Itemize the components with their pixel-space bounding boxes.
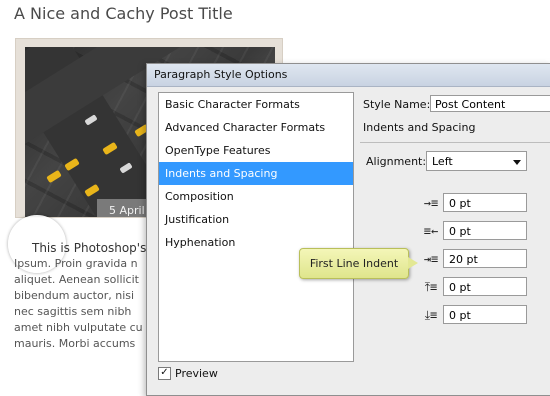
post-body: This is Photoshop's Ipsum. Proin gravida…: [14, 240, 158, 352]
taxi-shape: [46, 169, 62, 184]
section-divider: [360, 142, 550, 143]
style-name-input[interactable]: Post Content: [430, 95, 550, 112]
first-line-indent-field[interactable]: 20 pt: [443, 249, 527, 268]
style-name-label: Style Name:: [363, 98, 431, 111]
first-line-indent-icon: ⇥≡: [423, 252, 439, 266]
post-body-line: nec sagittis sem nibh: [14, 305, 132, 318]
first-line-indent-callout: First Line Indent: [299, 248, 418, 279]
space-before-field[interactable]: 0 pt: [443, 277, 527, 296]
space-after-icon: ⤓≡: [424, 308, 438, 322]
left-indent-field[interactable]: 0 pt: [443, 193, 527, 212]
post-body-line: aliquet. Aenean sollicit: [14, 273, 139, 286]
alignment-value: Left: [432, 155, 453, 168]
right-indent-field[interactable]: 0 pt: [443, 221, 527, 240]
left-indent-icon: →≡: [423, 196, 439, 210]
post-title: A Nice and Cachy Post Title: [14, 4, 233, 23]
post-body-line: mauris. Morbi accums: [14, 337, 136, 350]
category-list: Basic Character Formats Advanced Charact…: [158, 92, 354, 362]
alignment-dropdown[interactable]: Left: [426, 151, 527, 171]
post-body-line: This is Photoshop's: [32, 241, 147, 255]
space-before-icon: ⤒≡: [424, 280, 438, 294]
post-body-line: Ipsum. Proin gravida n: [14, 257, 138, 270]
category-item-justification[interactable]: Justification: [159, 208, 353, 231]
category-item-composition[interactable]: Composition: [159, 185, 353, 208]
dialog-title[interactable]: Paragraph Style Options: [147, 64, 550, 87]
post-body-line: bibendum auctor, nisi: [14, 289, 135, 302]
post-body-line: amet nibh vulputate cu: [14, 321, 143, 334]
category-item-opentype-features[interactable]: OpenType Features: [159, 139, 353, 162]
paragraph-style-dialog: Paragraph Style Options Basic Character …: [146, 63, 550, 396]
section-title: Indents and Spacing: [363, 121, 476, 134]
chevron-down-icon: [513, 160, 521, 165]
category-item-basic-character-formats[interactable]: Basic Character Formats: [159, 93, 353, 116]
category-item-indents-and-spacing[interactable]: Indents and Spacing: [159, 162, 353, 185]
space-after-field[interactable]: 0 pt: [443, 305, 527, 324]
preview-row: ✓ Preview: [158, 367, 218, 380]
category-item-advanced-character-formats[interactable]: Advanced Character Formats: [159, 116, 353, 139]
preview-label: Preview: [175, 367, 218, 380]
alignment-label: Alignment:: [366, 155, 427, 168]
preview-checkbox[interactable]: ✓: [158, 367, 171, 380]
right-indent-icon: ≡←: [423, 224, 439, 238]
